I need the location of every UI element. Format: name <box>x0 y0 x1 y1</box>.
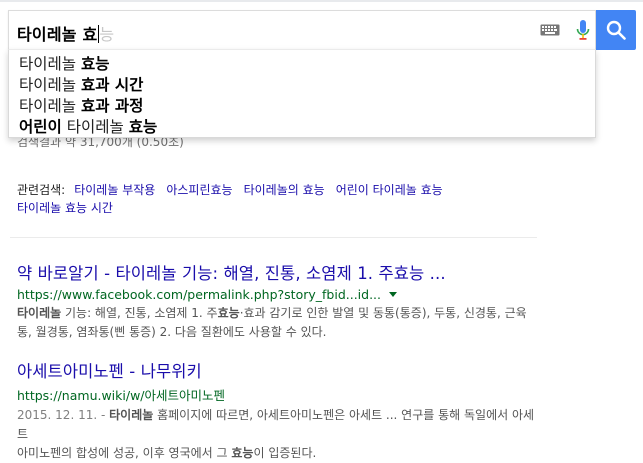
related-link[interactable]: 타이레놀의 효능 <box>244 183 325 197</box>
related-link[interactable]: 어린이 타이레놀 효능 <box>336 183 443 197</box>
related-link[interactable]: 타이레놀 부작용 <box>74 183 155 197</box>
search-result: 아세트아미노펜 - 나무위키 https://namu.wiki/w/아세트아미… <box>17 358 537 463</box>
search-button[interactable] <box>596 10 636 50</box>
suggestion-item[interactable]: 어린이 타이레놀 효능 <box>19 115 157 137</box>
related-label: 관련검색: <box>17 183 66 197</box>
suggestion-item[interactable]: 타이레놀 효과 시간 <box>19 73 143 95</box>
microphone-icon[interactable] <box>576 20 590 42</box>
keyboard-icon[interactable] <box>540 24 560 36</box>
result-url: https://namu.wiki/w/아세트아미노펜 <box>17 388 226 403</box>
result-snippet: 2015. 12. 11. - 타이레놀 홈페이지에 따르면, 아세트아미노펜은… <box>17 408 535 460</box>
result-url: https://www.facebook.com/permalink.php?s… <box>17 287 537 302</box>
result-title-link[interactable]: 약 바로알기 - 타이레놀 기능: 해열, 진통, 소염제 1. 주효능 ... <box>17 260 537 284</box>
related-searches: 관련검색: 타이레놀 부작용 아스피린효능 타이레놀의 효능 어린이 타이레놀 효능타이… <box>17 181 537 217</box>
related-link[interactable]: 아스피린효능 <box>166 183 232 197</box>
search-autocomplete-ghost: 능 <box>99 25 115 44</box>
top-border <box>0 0 643 2</box>
search-box[interactable]: 타이레놀 효능 <box>8 10 596 50</box>
suggestion-item[interactable]: 타이레놀 효과 과정 <box>19 94 143 116</box>
result-snippet: 타이레놀 기능: 해열, 진통, 소염제 1. 주효능·효과 감기로 인한 발열… <box>17 306 527 339</box>
divider <box>10 237 537 238</box>
suggestion-item[interactable]: 타이레놀 효능 <box>19 52 110 74</box>
search-input[interactable]: 타이레놀 효능 <box>17 21 114 45</box>
dropdown-arrow-icon[interactable] <box>389 292 398 297</box>
result-title-link[interactable]: 아세트아미노펜 - 나무위키 <box>17 358 537 382</box>
search-result: 약 바로알기 - 타이레놀 기능: 해열, 진통, 소염제 1. 주효능 ...… <box>17 260 537 342</box>
autocomplete-dropdown: 타이레놀 효능 타이레놀 효과 시간 타이레놀 효과 과정 어린이 타이레놀 효… <box>8 49 596 138</box>
search-query-text: 타이레놀 효 <box>17 25 98 44</box>
search-icon <box>606 20 626 40</box>
related-link[interactable]: 타이레놀 효능 시간 <box>17 201 113 215</box>
